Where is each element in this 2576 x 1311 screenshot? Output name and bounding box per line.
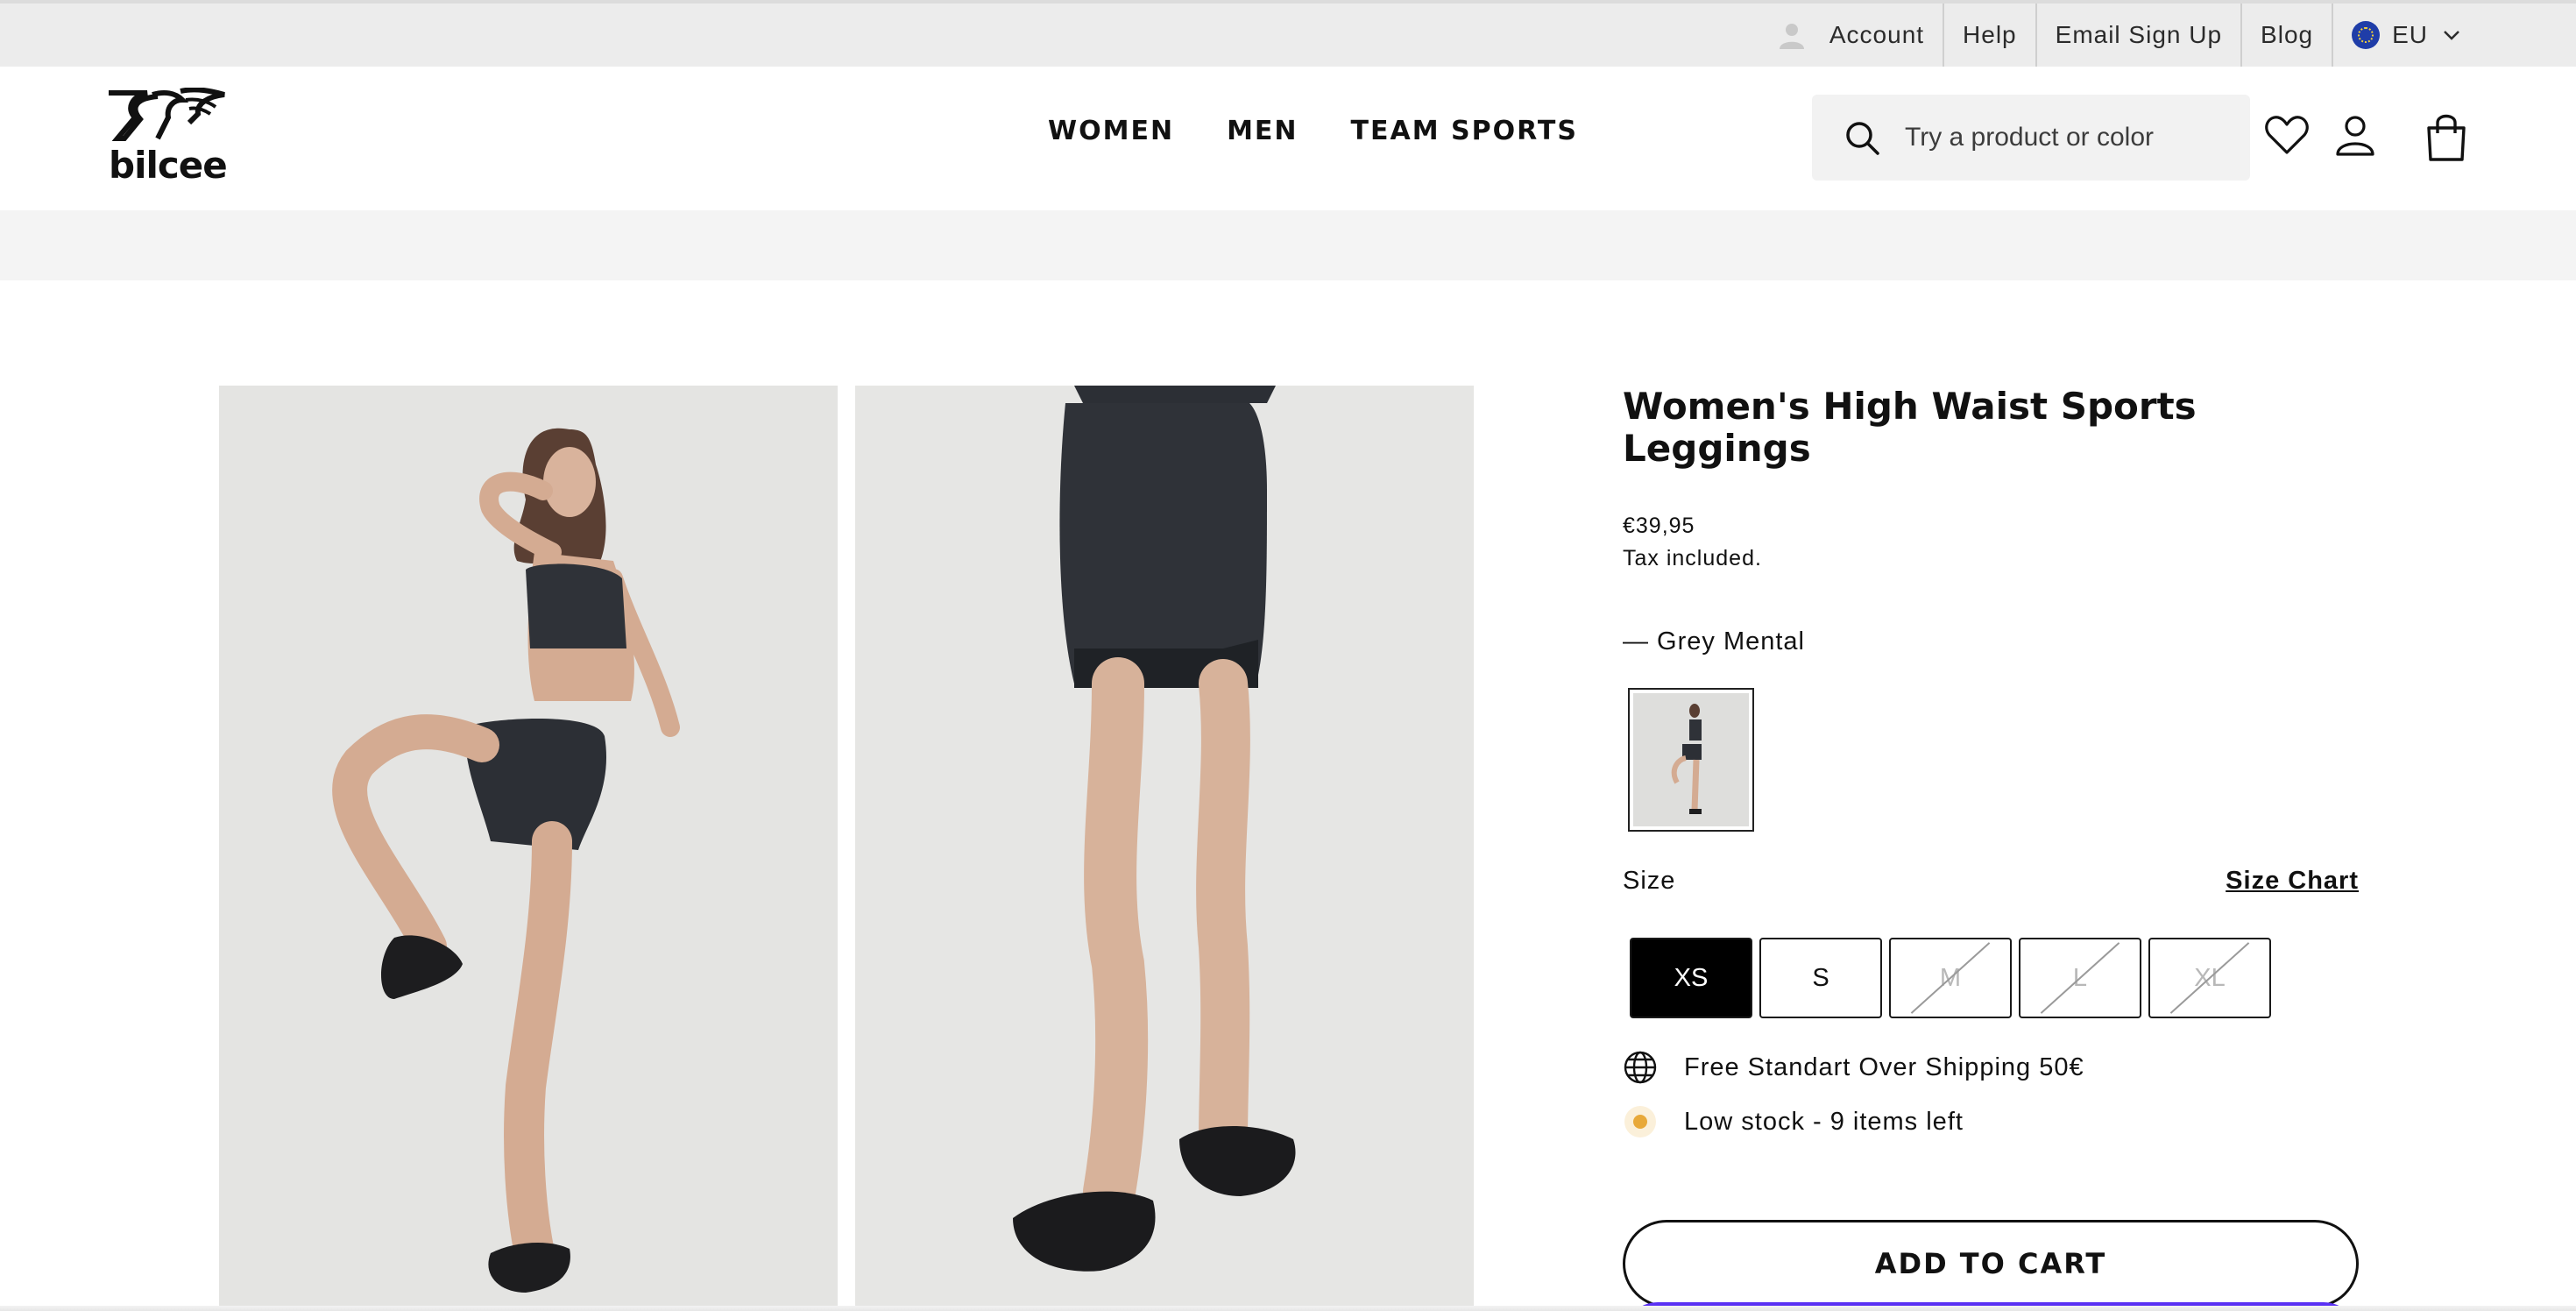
search-box[interactable] (1812, 95, 2250, 181)
size-option-s[interactable]: S (1759, 938, 1882, 1018)
person-icon (1779, 24, 1804, 49)
help-link[interactable]: Help (1943, 4, 2035, 67)
stock-info: Low stock - 9 items left (1623, 1104, 2359, 1139)
account-link[interactable]: Account (1759, 4, 1943, 67)
product-image-front[interactable] (219, 386, 838, 1311)
size-options: XS S M L XL (1630, 938, 2359, 1018)
size-header: Size Size Chart (1623, 867, 2359, 896)
region-selector[interactable]: EU (2332, 4, 2480, 67)
globe-icon (1623, 1050, 1658, 1085)
size-option-l[interactable]: L (2019, 938, 2141, 1018)
search-icon (1846, 122, 1879, 155)
search-input[interactable] (1905, 123, 2220, 152)
color-name: — Grey Mental (1623, 627, 1805, 656)
add-to-cart-button[interactable]: ADD TO CART (1623, 1220, 2359, 1307)
wings-logo-mark (109, 87, 225, 141)
account-icon[interactable] (2332, 112, 2378, 158)
shipping-text: Free Standart Over Shipping 50€ (1684, 1052, 2084, 1081)
email-signup-link[interactable]: Email Sign Up (2035, 4, 2240, 67)
site-header: bilcee WOMEN MEN TEAM SPORTS (0, 67, 2576, 210)
email-signup-label: Email Sign Up (2055, 21, 2223, 48)
blog-link-label: Blog (2261, 21, 2314, 48)
blog-link[interactable]: Blog (2240, 4, 2332, 67)
nav-women[interactable]: WOMEN (1048, 116, 1174, 146)
size-chart-link[interactable]: Size Chart (2226, 867, 2359, 896)
swatch-thumbnail (1633, 693, 1749, 826)
stock-indicator-icon (1623, 1104, 1658, 1139)
cart-bag-icon[interactable] (2422, 112, 2471, 161)
utility-links: Account Help Email Sign Up Blog EU (1759, 4, 2480, 67)
bottom-edge (0, 1306, 2576, 1311)
model-photo-front (219, 386, 838, 1311)
nav-team-sports[interactable]: TEAM SPORTS (1351, 116, 1578, 146)
product-image-back[interactable] (855, 386, 1474, 1311)
size-option-xl[interactable]: XL (2148, 938, 2271, 1018)
logo-wordmark: bilcee (109, 144, 228, 187)
product-info: Women's High Waist Sports Leggings €39,9… (1623, 386, 2359, 1307)
model-photo-back (855, 386, 1474, 1311)
size-option-xs[interactable]: XS (1630, 938, 1752, 1018)
account-link-label: Account (1829, 21, 1925, 48)
tax-note: Tax included. (1623, 546, 1762, 570)
product-price: €39,95 (1623, 514, 1695, 538)
size-option-m[interactable]: M (1889, 938, 2012, 1018)
swatch-model-thumbnail (1656, 698, 1726, 821)
product-title: Women's High Waist Sports Leggings (1623, 385, 2197, 470)
nav-men[interactable]: MEN (1227, 116, 1298, 146)
shipping-info: Free Standart Over Shipping 50€ (1623, 1050, 2359, 1085)
main-nav: WOMEN MEN TEAM SPORTS (1048, 116, 1578, 146)
color-swatch[interactable] (1628, 688, 1754, 832)
wishlist-heart-icon[interactable] (2264, 112, 2310, 158)
utility-bar: Account Help Email Sign Up Blog EU (0, 0, 2576, 67)
announcement-band (0, 210, 2576, 280)
region-label: EU (2392, 21, 2428, 48)
help-link-label: Help (1963, 21, 2017, 48)
chevron-down-icon (2444, 31, 2459, 40)
eu-flag-icon (2352, 21, 2381, 49)
stock-text: Low stock - 9 items left (1684, 1107, 1964, 1136)
brand-logo[interactable]: bilcee (105, 87, 228, 187)
size-label: Size (1623, 867, 1676, 895)
